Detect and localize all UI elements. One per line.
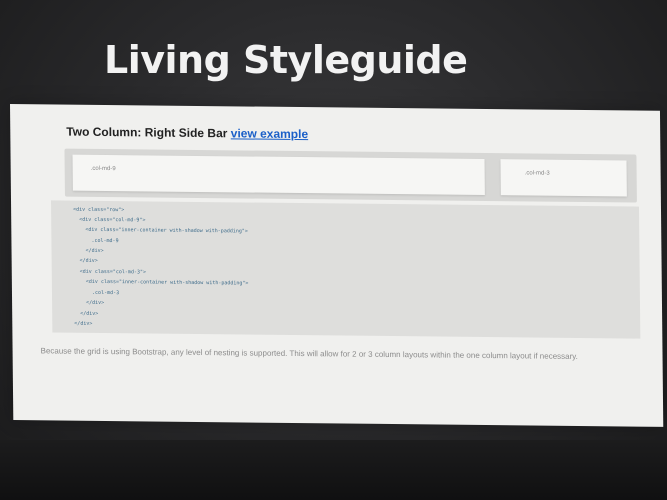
code-line: .col-md-3	[73, 289, 120, 297]
code-line: </div>	[74, 299, 105, 306]
two-column-grid-demo: .col-md-9 .col-md-3	[64, 148, 637, 203]
main-column-box: .col-md-9	[72, 154, 485, 195]
section-heading: Two Column: Right Side Bar view example	[66, 125, 308, 142]
side-column-box: .col-md-3	[500, 159, 627, 197]
code-line: <div class="row">	[73, 206, 125, 214]
code-line: </div>	[74, 310, 99, 317]
side-column-label: .col-md-3	[524, 170, 550, 177]
slide-title: Living Styleguide	[104, 38, 468, 82]
styleguide-content-panel: Two Column: Right Side Bar view example …	[10, 104, 664, 427]
view-example-link[interactable]: view example	[231, 126, 309, 141]
code-line: <div class="col-md-9">	[73, 216, 146, 224]
code-line: </div>	[74, 320, 93, 327]
room-floor	[0, 440, 667, 500]
code-line: </div>	[73, 257, 98, 264]
main-column-label: .col-md-9	[90, 165, 116, 173]
code-line: <div class="col-md-3">	[73, 268, 147, 276]
description-caption: Because the grid is using Bootstrap, any…	[40, 346, 578, 361]
code-line: <div class="inner-container with-shadow …	[73, 278, 249, 287]
code-line: </div>	[73, 247, 104, 254]
code-line: <div class="inner-container with-shadow …	[73, 226, 248, 235]
section-heading-text: Two Column: Right Side Bar	[66, 124, 228, 141]
code-sample: <div class="row"> <div class="col-md-9">…	[51, 200, 641, 339]
code-line: .col-md-9	[73, 237, 119, 245]
